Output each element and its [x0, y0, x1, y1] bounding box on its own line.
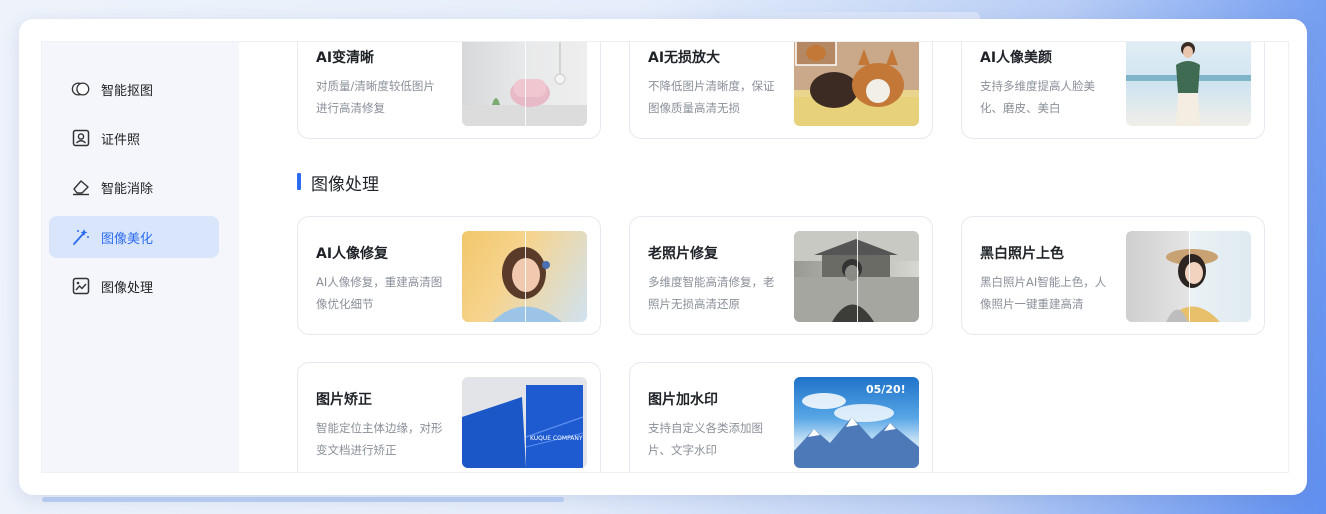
- sidebar-item-id-photo[interactable]: 证件照: [49, 117, 219, 159]
- card-thumbnail: KUQUE COMPANY: [462, 377, 587, 468]
- horizontal-scrollbar[interactable]: [42, 497, 564, 502]
- card-description: 不降低图片清晰度，保证图像质量高清无损: [648, 79, 775, 115]
- card-description: 黑白照片AI智能上色，人像照片一键重建高清: [980, 275, 1107, 311]
- main-content: AI变清晰 对质量/清晰度较低图片进行高清修复 AI无损放大 不降低图片清晰度，…: [239, 42, 1288, 472]
- card-bw-colorize[interactable]: 黑白照片上色 黑白照片AI智能上色，人像照片一键重建高清: [961, 216, 1265, 335]
- sidebar-item-label: 智能消除: [101, 181, 154, 197]
- sidebar-item-label: 智能抠图: [101, 83, 154, 99]
- card-ai-portrait-beauty[interactable]: AI人像美颜 支持多维度提高人脸美化、磨皮、美白: [961, 42, 1265, 139]
- thumb-company-text: KUQUE COMPANY: [530, 435, 583, 442]
- card-ai-upscale[interactable]: AI无损放大 不降低图片清晰度，保证图像质量高清无损: [629, 42, 933, 139]
- card-thumbnail: 05/20!: [794, 377, 919, 468]
- sidebar-item-processing[interactable]: 图像处理: [49, 265, 219, 307]
- eraser-icon: [71, 177, 91, 197]
- cutout-icon: [71, 79, 91, 99]
- card-description: 多维度智能高清修复，老照片无损高清还原: [648, 275, 775, 311]
- card-description: 支持自定义各类添加图片、文字水印: [648, 421, 763, 457]
- card-title: AI无损放大: [648, 50, 721, 66]
- card-thumbnail: [462, 42, 587, 126]
- thumb-watermark-text: 05/20!: [866, 383, 906, 396]
- sidebar-item-label: 图像美化: [101, 231, 154, 247]
- card-description: 智能定位主体边缘，对形变文档进行矫正: [316, 421, 443, 457]
- card-thumbnail: [794, 231, 919, 322]
- app-window: 智能抠图 证件照 智能消除 图像美化 图像处理 AI变清晰 对质量/清晰度较低图…: [19, 19, 1307, 495]
- card-title: 图片加水印: [648, 392, 718, 408]
- card-title: AI变清晰: [316, 50, 375, 66]
- card-thumbnail: [1126, 231, 1251, 322]
- card-ai-sharpen[interactable]: AI变清晰 对质量/清晰度较低图片进行高清修复: [297, 42, 601, 139]
- card-title: 图片矫正: [316, 392, 372, 408]
- card-description: AI人像修复，重建高清图像优化细节: [316, 275, 443, 311]
- sidebar-item-label: 图像处理: [101, 280, 154, 296]
- section-title: 图像处理: [297, 170, 379, 195]
- sidebar-item-label: 证件照: [101, 132, 141, 148]
- sidebar-item-erase[interactable]: 智能消除: [49, 166, 219, 208]
- card-title: 老照片修复: [648, 246, 718, 262]
- app-frame: 智能抠图 证件照 智能消除 图像美化 图像处理 AI变清晰 对质量/清晰度较低图…: [41, 41, 1289, 473]
- image-edit-icon: [71, 276, 91, 296]
- card-thumbnail: [462, 231, 587, 322]
- magic-wand-icon: [71, 227, 91, 247]
- card-title: 黑白照片上色: [980, 246, 1064, 262]
- card-thumbnail: [794, 42, 919, 126]
- card-old-photo-repair[interactable]: 老照片修复 多维度智能高清修复，老照片无损高清还原: [629, 216, 933, 335]
- card-ai-portrait-repair[interactable]: AI人像修复 AI人像修复，重建高清图像优化细节: [297, 216, 601, 335]
- sidebar-item-cutout[interactable]: 智能抠图: [49, 68, 219, 110]
- card-add-watermark[interactable]: 图片加水印 支持自定义各类添加图片、文字水印 05/20!: [629, 362, 933, 472]
- card-title: AI人像修复: [316, 246, 389, 262]
- card-description: 对质量/清晰度较低图片进行高清修复: [316, 79, 435, 115]
- card-title: AI人像美颜: [980, 50, 1053, 66]
- card-thumbnail: [1126, 42, 1251, 126]
- card-image-correction[interactable]: 图片矫正 智能定位主体边缘，对形变文档进行矫正 KUQUE COMPANY: [297, 362, 601, 472]
- id-photo-icon: [71, 128, 91, 148]
- sidebar-item-beautify[interactable]: 图像美化: [49, 216, 219, 258]
- sidebar: 智能抠图 证件照 智能消除 图像美化 图像处理: [42, 42, 239, 472]
- card-description: 支持多维度提高人脸美化、磨皮、美白: [980, 79, 1095, 115]
